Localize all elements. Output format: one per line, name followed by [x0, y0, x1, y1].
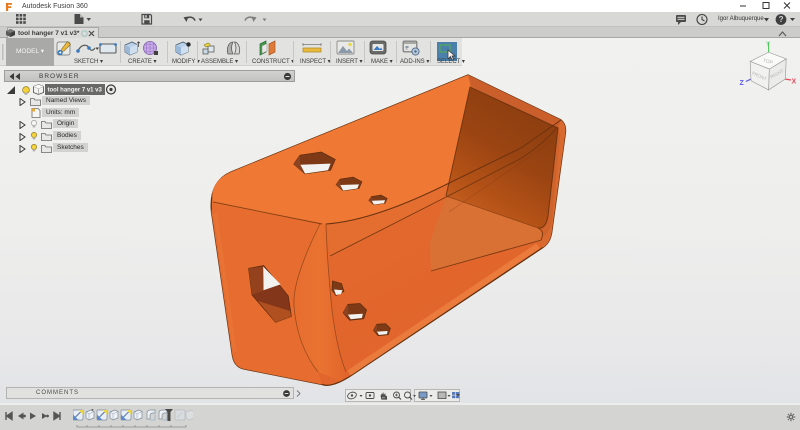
- svg-text:Z: Z: [740, 80, 745, 87]
- svg-text:X: X: [792, 79, 797, 86]
- svg-text:tool hanger 7 v1 v3: tool hanger 7 v1 v3: [48, 88, 103, 94]
